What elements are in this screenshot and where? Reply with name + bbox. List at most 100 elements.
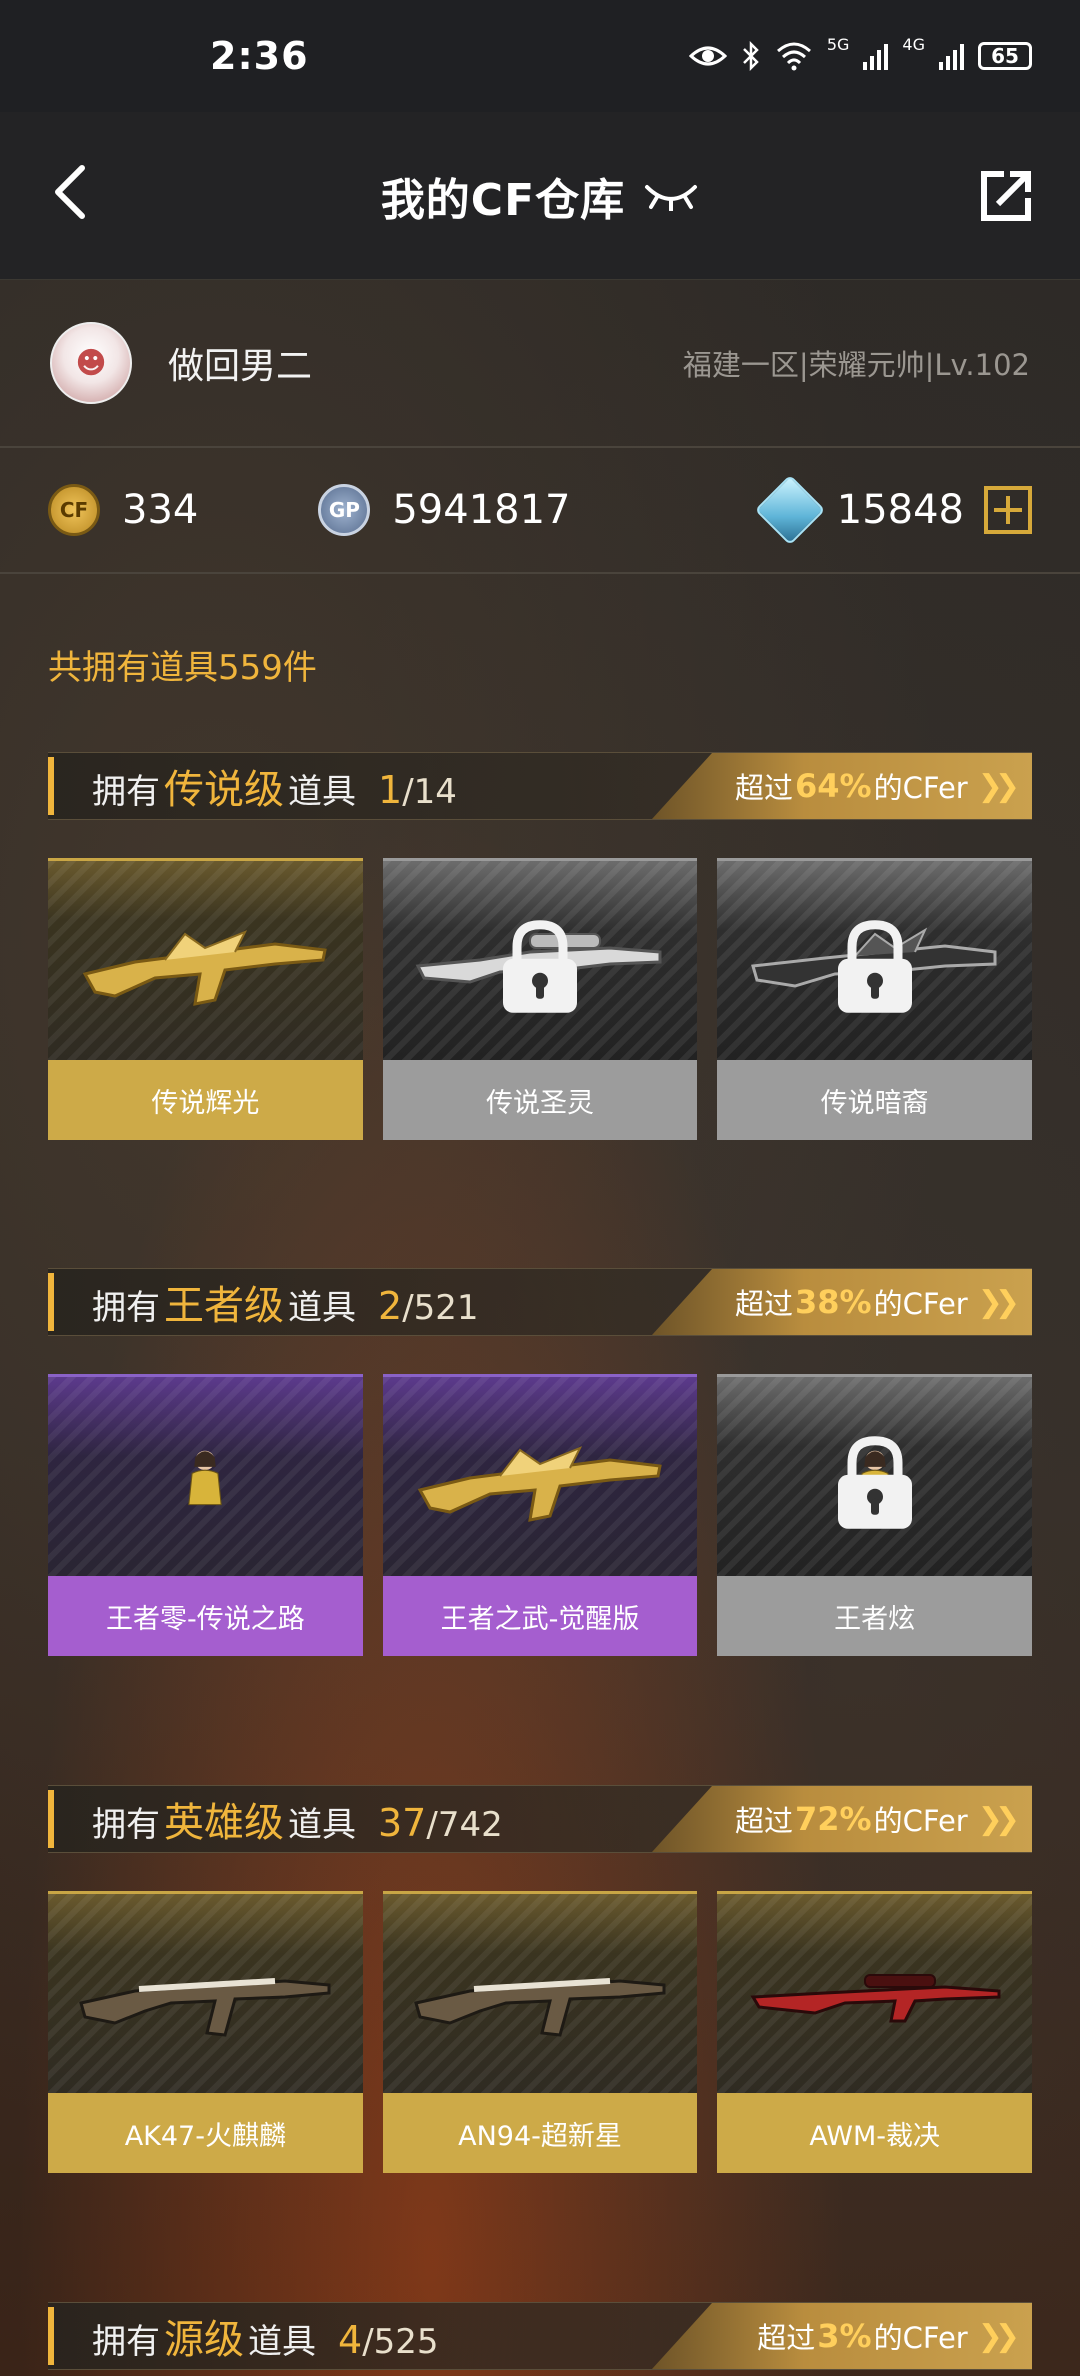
item-name: 王者零-传说之路 (48, 1576, 363, 1656)
total-number: /525 (362, 2322, 439, 2362)
status-time: 2:36 (210, 34, 309, 78)
item-name: AWM-裁决 (717, 2093, 1033, 2173)
level-name: 传说级 (164, 767, 284, 813)
level-name: 王者级 (164, 1283, 284, 1329)
eye-comfort-icon (688, 46, 727, 66)
item-image (717, 1374, 1033, 1576)
beat-prefix: 超过 (735, 1287, 794, 1321)
diamond-points: 15848 (754, 474, 964, 546)
title-prefix: 拥有 (92, 1805, 160, 1845)
section-title: 拥有 王者级 道具 2/521 (92, 1273, 479, 1331)
item-card[interactable]: AK47-火麒麟 (48, 1891, 363, 2173)
item-image (382, 1374, 698, 1576)
gold-rifle-icon (75, 904, 335, 1018)
back-button[interactable] (40, 162, 100, 222)
beat-percent: 72% (795, 1800, 872, 1838)
title-suffix: 道具 (288, 772, 356, 812)
item-cards: 王者零-传说之路 王者之武-觉醒版 王者炫 (48, 1374, 1033, 1656)
item-card[interactable]: 传说辉光 (48, 858, 363, 1140)
item-card[interactable]: 王者炫 (717, 1374, 1033, 1656)
item-name: 传说圣灵 (382, 1060, 698, 1140)
diamond-icon (754, 474, 826, 546)
chevron-left-icon (55, 165, 85, 219)
user-name: 做回男二 (168, 346, 313, 387)
percentile-button[interactable]: 超过 64% 的CFer ❯❯ (652, 753, 1032, 819)
owned-number: 1 (378, 768, 403, 812)
gp-points: GP 5941817 (318, 484, 571, 536)
section-title: 拥有 传说级 道具 1/14 (92, 757, 457, 815)
beat-suffix: 的CFer (873, 1287, 968, 1321)
owned-count: 37/742 (378, 1801, 503, 1845)
signal-5g-label: 5G (826, 35, 850, 54)
section-4: 拥有 源级 道具 4/525 超过 3% 的CFer ❯❯ (48, 2302, 1032, 2370)
double-chevron-right-icon: ❯❯ (977, 2318, 1020, 2354)
add-currency-button[interactable] (984, 486, 1032, 534)
beat-percent: 3% (817, 2317, 872, 2355)
item-card[interactable]: 王者之武-觉醒版 (382, 1374, 698, 1656)
title-prefix: 拥有 (92, 772, 160, 812)
wifi-icon (776, 42, 811, 71)
section-2: 拥有 王者级 道具 2/521 超过 38% 的CFer ❯❯ 王者零-传说之路 王者之武… (48, 1268, 1033, 1656)
item-card[interactable]: AWM-裁决 (717, 1891, 1033, 2173)
item-cards: AK47-火麒麟 AN94-超新星 AWM-裁决 (48, 1891, 1033, 2173)
cf-points-value: 334 (122, 487, 199, 533)
diamond-value: 15848 (836, 487, 964, 533)
title-suffix: 道具 (288, 1805, 356, 1845)
eye-closed-icon[interactable] (643, 181, 699, 211)
item-name: 王者之武-觉醒版 (382, 1576, 698, 1656)
double-chevron-right-icon: ❯❯ (977, 1284, 1020, 1320)
level-name: 英雄级 (164, 1800, 284, 1846)
page-title: 我的CF仓库 (380, 174, 626, 226)
avatar[interactable]: ☻ (50, 322, 132, 404)
status-icons: 5G 4G 65 (688, 35, 1032, 71)
item-image (48, 858, 363, 1060)
percentile-button[interactable]: 超过 72% 的CFer ❯❯ (652, 1786, 1032, 1852)
beat-prefix: 超过 (735, 1804, 794, 1838)
beat-prefix: 超过 (757, 2321, 816, 2355)
share-icon[interactable] (976, 166, 1036, 226)
gp-coin-icon: GP (318, 484, 371, 536)
double-chevron-right-icon: ❯❯ (977, 1801, 1020, 1837)
beat-suffix: 的CFer (873, 1804, 968, 1838)
app-header: 我的CF仓库 (0, 112, 1080, 280)
ak-rifle-icon (75, 1937, 335, 2051)
item-name: AK47-火麒麟 (48, 2093, 363, 2173)
item-card[interactable]: 传说暗裔 (717, 858, 1033, 1140)
total-number: /521 (402, 1288, 479, 1328)
title-prefix: 拥有 (92, 1288, 160, 1328)
beat-prefix: 超过 (735, 771, 794, 805)
lock-icon (837, 919, 912, 1013)
item-image (48, 1891, 363, 2093)
gold-rifle-icon (410, 1420, 670, 1534)
lock-icon (503, 919, 577, 1013)
double-chevron-right-icon: ❯❯ (977, 768, 1020, 804)
total-number: /14 (402, 772, 457, 812)
section-3: 拥有 英雄级 道具 37/742 超过 72% 的CFer ❯❯ AK47-火麒麟 AN9… (48, 1785, 1033, 2173)
item-name: 传说辉光 (48, 1060, 363, 1140)
total-items: 共拥有道具559件 (48, 648, 317, 688)
gp-value: 5941817 (392, 487, 571, 533)
item-card[interactable]: 王者零-传说之路 (48, 1374, 363, 1656)
character-icon (135, 1380, 275, 1574)
item-image (382, 858, 698, 1060)
server-rank-info: 福建一区|荣耀元帅|Lv.102 (682, 348, 1030, 382)
owned-count: 1/14 (378, 768, 457, 812)
percentile-button[interactable]: 超过 38% 的CFer ❯❯ (652, 1269, 1032, 1335)
signal-bars-icon (863, 42, 889, 70)
item-image (48, 1374, 363, 1576)
cf-coin-icon: CF (48, 484, 100, 536)
section-header: 拥有 王者级 道具 2/521 超过 38% 的CFer ❯❯ (48, 1268, 1032, 1336)
ak-rifle-icon (410, 1937, 670, 2051)
section-header: 拥有 传说级 道具 1/14 超过 64% 的CFer ❯❯ (48, 752, 1032, 820)
level-name: 源级 (164, 2317, 244, 2363)
beat-percent: 64% (795, 767, 872, 805)
title-suffix: 道具 (288, 1288, 356, 1328)
lock-icon (837, 1435, 912, 1529)
signal-4g-label: 4G (902, 35, 925, 54)
item-card[interactable]: 传说圣灵 (382, 858, 698, 1140)
item-image (717, 858, 1033, 1060)
item-card[interactable]: AN94-超新星 (382, 1891, 698, 2173)
percentile-button[interactable]: 超过 3% 的CFer ❯❯ (652, 2303, 1032, 2369)
owned-number: 4 (338, 2318, 363, 2362)
owned-count: 2/521 (378, 1284, 479, 1328)
